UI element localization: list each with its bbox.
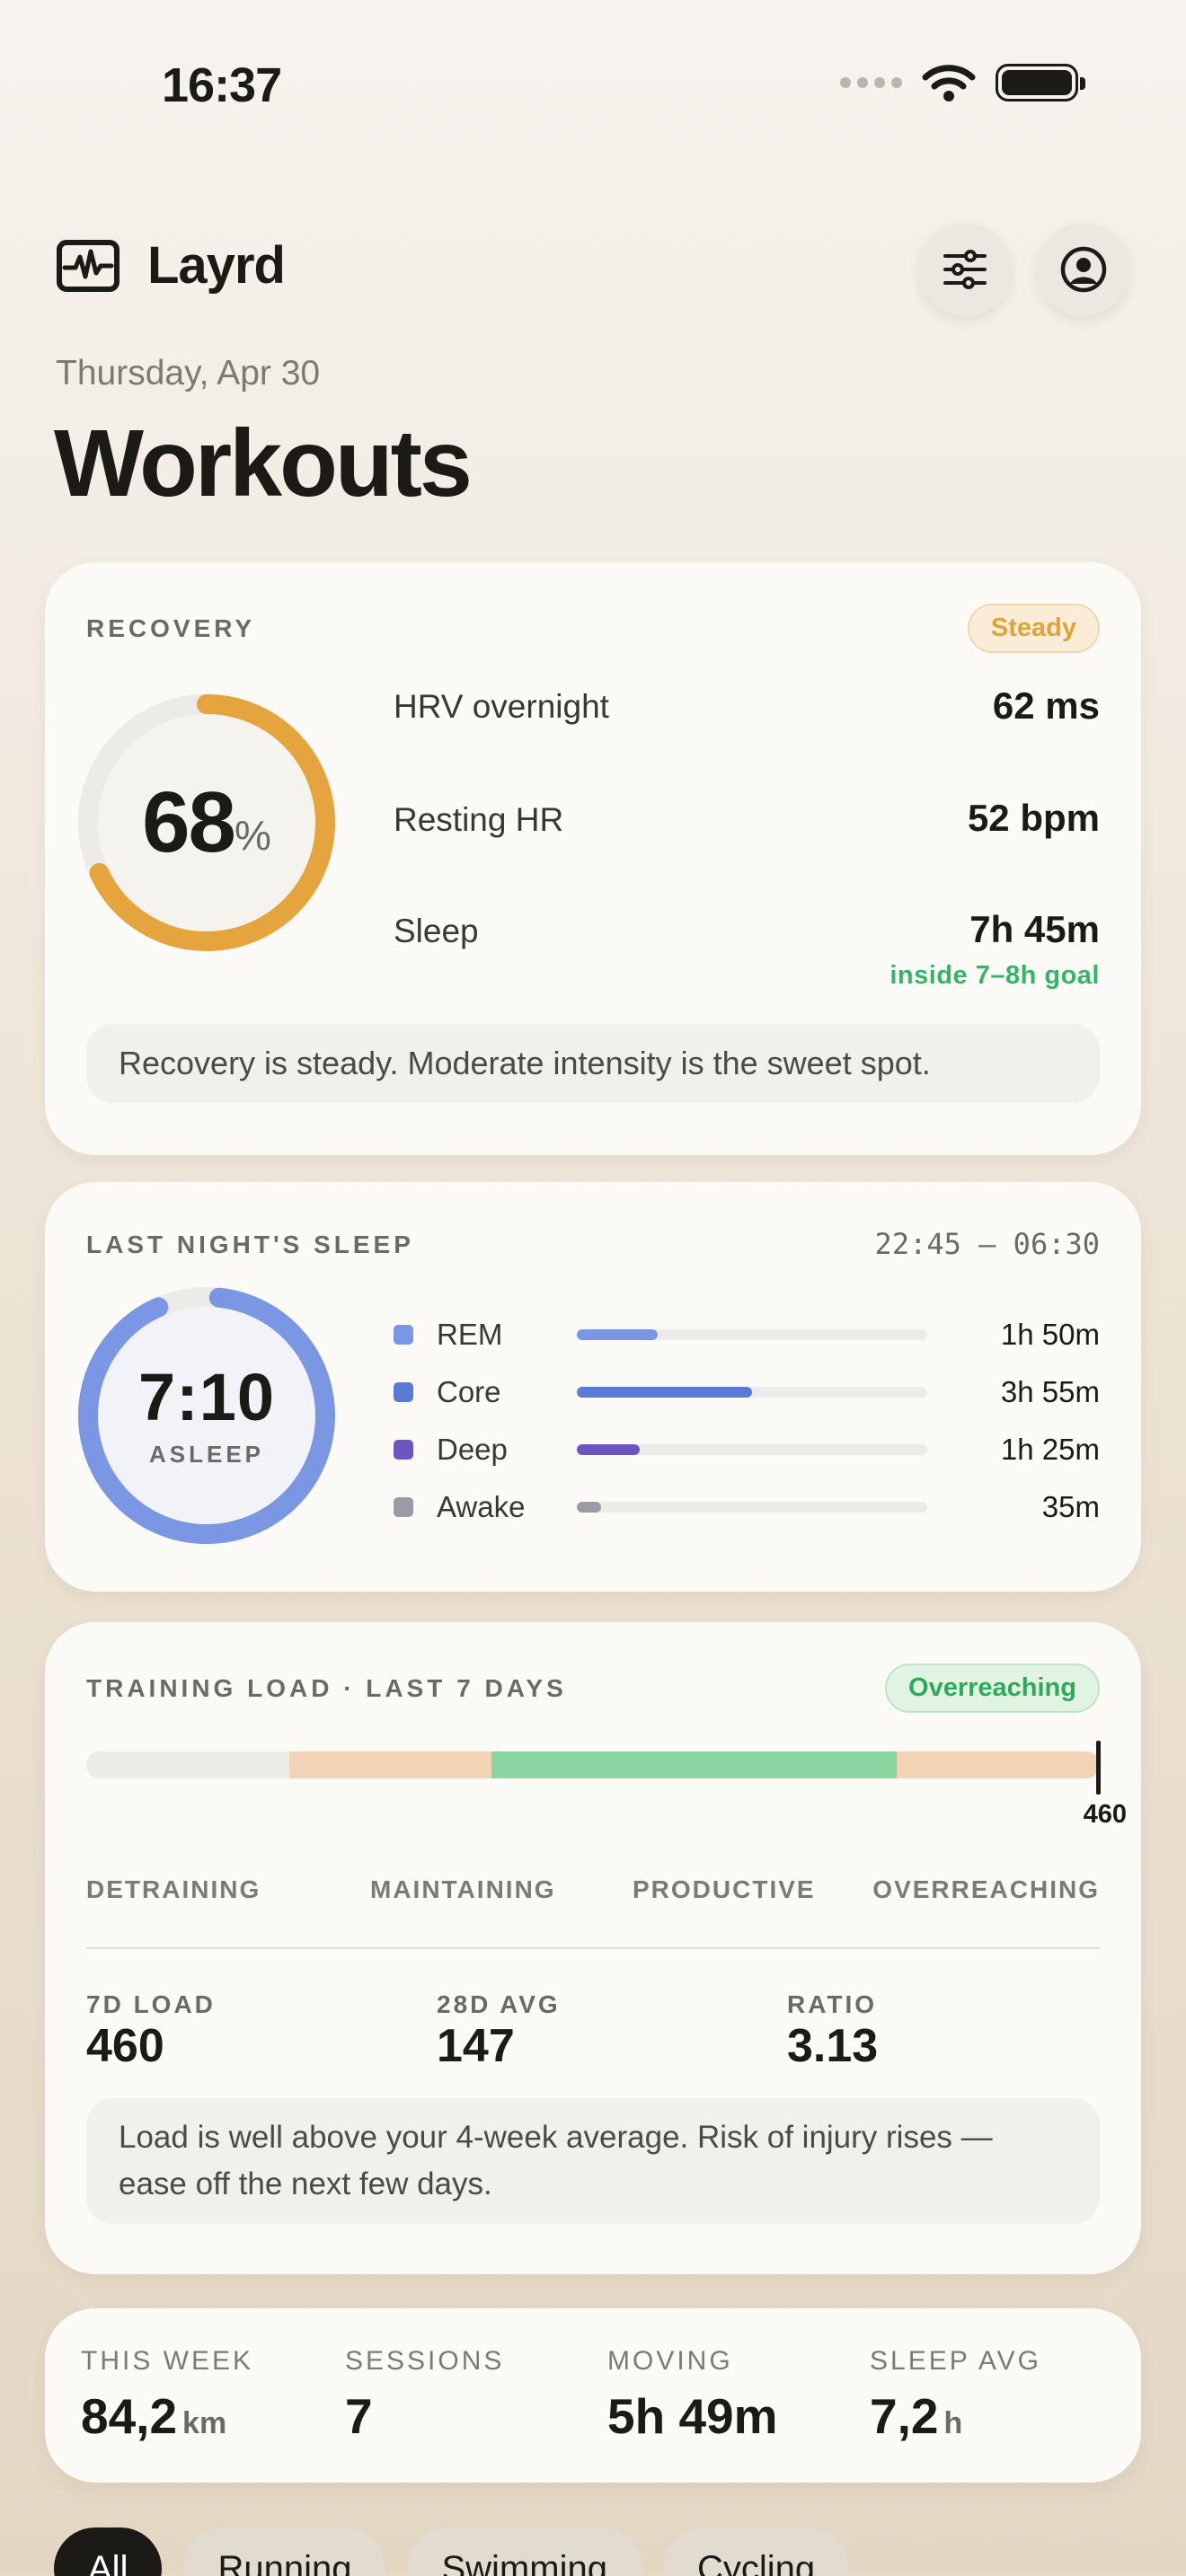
summary-sessions-label: SESSIONS — [345, 2346, 505, 2376]
stage-fill — [577, 1387, 752, 1398]
stage-fill — [577, 1329, 658, 1340]
zone-label-maintaining: MAINTAINING — [370, 1875, 556, 1903]
activity-logo-icon — [57, 239, 119, 292]
recovery-score-value: 68 — [142, 774, 236, 870]
stat-28d-avg-label: 28D AVG — [437, 1990, 561, 2018]
load-marker — [1096, 1741, 1101, 1795]
stat-7d-load-label: 7D LOAD — [86, 1990, 216, 2018]
stage-fill — [577, 1444, 641, 1455]
status-time: 16:37 — [162, 58, 282, 112]
sleep-card-label: LAST NIGHT'S SLEEP — [86, 1231, 414, 1258]
zone-overreaching-segment — [897, 1751, 1100, 1778]
recovery-card[interactable]: RECOVERY Steady 68 % HRV overnight 62 ms… — [45, 562, 1141, 1155]
sleep-window: 22:45 — 06:30 — [874, 1227, 1100, 1261]
sleep-total-value: 7:10 — [137, 1359, 276, 1434]
stage-track — [577, 1444, 927, 1455]
recovery-score: 68 % — [72, 688, 341, 957]
filter-chip-all[interactable]: All — [54, 2527, 163, 2576]
summary-distance-label: THIS WEEK — [81, 2346, 254, 2376]
stage-name: Deep — [437, 1433, 508, 1466]
resting-hr-label: Resting HR — [394, 801, 564, 838]
stage-name: Core — [437, 1375, 501, 1408]
stage-fill — [577, 1502, 602, 1513]
resting-hr-value: 52 bpm — [967, 797, 1100, 839]
stat-7d-load-value: 460 — [86, 2020, 164, 2072]
training-load-message: Load is well above your 4-week average. … — [86, 2098, 1100, 2224]
sleep-stage-deep: Deep 1h 25m — [394, 1430, 1100, 1469]
filter-chip-cycling[interactable]: Cycling — [662, 2527, 850, 2576]
sleep-stage-awake: Awake 35m — [394, 1487, 1100, 1527]
zone-label-overreaching: OVERREACHING — [872, 1875, 1100, 1903]
summary-sessions-value: 7 — [345, 2388, 373, 2444]
app-name: Layrd — [147, 236, 286, 295]
sliders-icon — [943, 250, 987, 289]
stage-duration: 1h 50m — [1000, 1318, 1100, 1351]
sleep-goal-note: inside 7–8h goal — [890, 961, 1100, 990]
stage-name: Awake — [437, 1490, 526, 1523]
filter-chip-running[interactable]: Running — [183, 2527, 386, 2576]
sleep-card[interactable]: LAST NIGHT'S SLEEP 22:45 — 06:30 7:10 AS… — [45, 1182, 1141, 1592]
summary-sleep-avg-value: 7,2 — [870, 2388, 939, 2444]
filter-chip-swimming[interactable]: Swimming — [407, 2527, 642, 2576]
wifi-icon — [922, 65, 976, 101]
cellular-signal-icon — [840, 77, 902, 88]
training-status-badge: Overreaching — [885, 1663, 1100, 1713]
core-color-dot — [394, 1382, 413, 1402]
recovery-status-badge: Steady — [967, 604, 1100, 653]
recovery-message: Recovery is steady. Moderate intensity i… — [86, 1024, 1100, 1103]
training-load-scale — [86, 1751, 1100, 1778]
user-circle-icon — [1060, 246, 1107, 293]
sleep-total: 7:10 ASLEEP — [72, 1281, 341, 1550]
awake-color-dot — [394, 1497, 413, 1517]
recovery-label: RECOVERY — [86, 614, 256, 642]
summary-sleep-avg-label: SLEEP AVG — [870, 2346, 1041, 2376]
rem-color-dot — [394, 1325, 413, 1345]
summary-distance: 84,2 km — [81, 2387, 226, 2445]
app-brand: Layrd — [56, 235, 286, 296]
battery-icon — [996, 64, 1085, 101]
summary-moving-label: MOVING — [607, 2346, 733, 2376]
training-load-label: TRAINING LOAD · LAST 7 DAYS — [86, 1674, 567, 1702]
load-marker-value: 460 — [1083, 1800, 1127, 1829]
recovery-score-unit: % — [234, 812, 271, 859]
profile-button[interactable] — [1037, 223, 1130, 316]
weekly-summary-card[interactable]: THIS WEEK 84,2 km SESSIONS 7 MOVING 5h 49… — [45, 2308, 1141, 2483]
sleep-value: 7h 45m — [969, 908, 1100, 950]
sleep-stage-rem: REM 1h 50m — [394, 1315, 1100, 1354]
divider — [86, 1947, 1100, 1949]
hrv-value: 62 ms — [992, 684, 1100, 727]
summary-distance-value: 84,2 — [81, 2388, 178, 2444]
current-date: Thursday, Apr 30 — [56, 354, 321, 393]
stat-ratio-value: 3.13 — [787, 2020, 879, 2072]
sleep-total-label: ASLEEP — [148, 1440, 265, 1468]
zone-detraining-segment — [86, 1751, 289, 1778]
hrv-label: HRV overnight — [394, 688, 609, 725]
zone-maintaining-segment — [288, 1751, 492, 1778]
page-title: Workouts — [54, 410, 473, 516]
stat-ratio-label: RATIO — [787, 1990, 878, 2018]
workout-filter-chips: All Running Swimming Cycling — [54, 2527, 850, 2576]
stage-track — [577, 1502, 927, 1513]
summary-moving-value: 5h 49m — [607, 2388, 778, 2444]
sleep-stage-core: Core 3h 55m — [394, 1372, 1100, 1412]
zone-productive-segment — [491, 1751, 898, 1778]
stat-28d-avg-value: 147 — [437, 2020, 515, 2072]
stage-name: REM — [437, 1318, 503, 1351]
summary-sleep-avg-unit: h — [943, 2406, 963, 2440]
stage-track — [577, 1387, 927, 1398]
filter-settings-button[interactable] — [918, 223, 1012, 316]
stage-duration: 1h 25m — [1000, 1433, 1100, 1466]
summary-distance-unit: km — [182, 2406, 227, 2440]
stage-duration: 3h 55m — [1000, 1375, 1100, 1408]
deep-color-dot — [394, 1440, 413, 1460]
training-load-card[interactable]: TRAINING LOAD · LAST 7 DAYS Overreaching… — [45, 1622, 1141, 2274]
status-icons — [840, 63, 1085, 102]
stage-track — [577, 1329, 927, 1340]
summary-sleep-avg: 7,2 h — [870, 2387, 962, 2445]
zone-label-productive: PRODUCTIVE — [633, 1875, 816, 1903]
zone-label-detraining: DETRAINING — [86, 1875, 261, 1903]
stage-duration: 35m — [1041, 1490, 1100, 1523]
sleep-label: Sleep — [394, 913, 479, 949]
